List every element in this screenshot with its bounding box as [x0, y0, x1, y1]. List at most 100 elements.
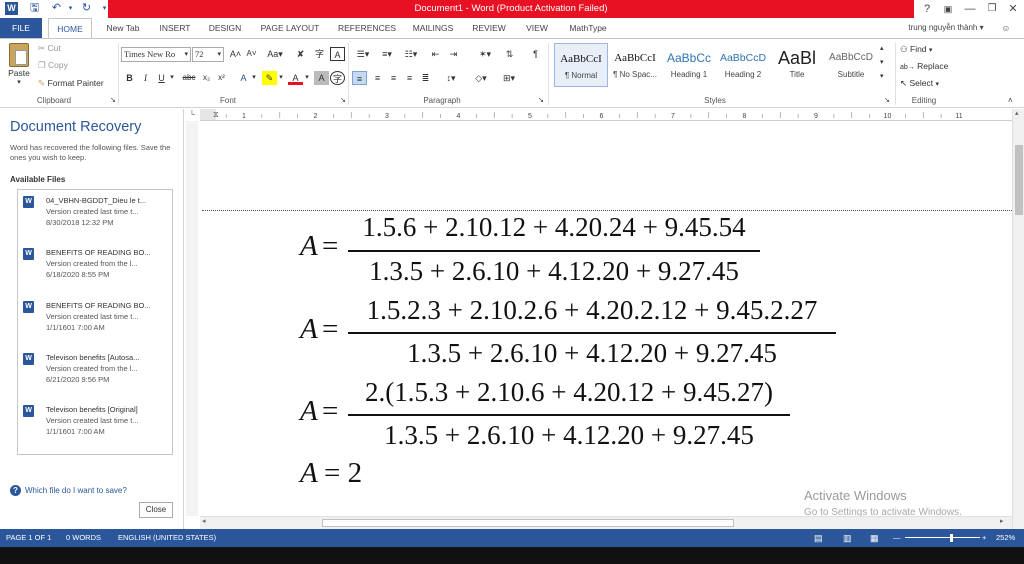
tab-home[interactable]: HOME [48, 18, 92, 38]
tab-review[interactable]: REVIEW [466, 18, 512, 38]
tab-insert[interactable]: INSERT [153, 18, 197, 38]
recovered-files-list[interactable]: W 04_VBHN-BGDDT_Dieu le t... Version cre… [17, 189, 173, 455]
chinese-layout-icon[interactable]: ✶▾ [474, 47, 496, 61]
tab-mathtype[interactable]: MathType [562, 18, 614, 38]
vertical-scrollbar[interactable]: ▴ [1012, 109, 1024, 529]
user-avatar-icon[interactable]: ☺ [996, 18, 1016, 38]
decrease-indent-icon[interactable]: ⇤ [428, 47, 443, 61]
undo-dropdown-icon[interactable]: ▾ [64, 2, 77, 15]
vertical-ruler[interactable] [186, 121, 198, 516]
justify-icon[interactable]: ≡ [402, 71, 417, 85]
zoom-slider-thumb[interactable] [950, 534, 953, 542]
select-button[interactable]: ↖ Select ▾ [900, 77, 939, 91]
format-painter-button[interactable]: ✎ Format Painter [38, 77, 104, 89]
help-button[interactable]: ? [918, 1, 936, 17]
recovered-file-item[interactable]: W BENEFITS OF READING BO... Version crea… [23, 300, 171, 348]
bold-icon[interactable]: B [122, 71, 137, 85]
recovery-close-button[interactable]: Close [139, 502, 173, 518]
word-count[interactable]: 0 WORDS [66, 529, 101, 547]
style-title[interactable]: AaBl Title [770, 43, 824, 87]
tab-design[interactable]: DESIGN [203, 18, 247, 38]
close-window-button[interactable]: ✕ [1004, 1, 1022, 17]
tab-mailings[interactable]: MAILINGS [405, 18, 461, 38]
numbering-icon[interactable]: ≡▾ [376, 47, 398, 61]
align-right-icon[interactable]: ≡ [386, 71, 401, 85]
character-shading-icon[interactable]: A [314, 71, 329, 85]
zoom-slider-track[interactable] [905, 537, 980, 538]
shading-icon[interactable]: ◇▾ [470, 71, 492, 85]
zoom-out-icon[interactable]: — [893, 529, 901, 547]
recovered-file-item[interactable]: W Televison benefits [Autosa... Version … [23, 352, 171, 400]
styles-scroll-up-icon[interactable]: ▴ [880, 43, 884, 55]
increase-indent-icon[interactable]: ⇥ [446, 47, 461, 61]
copy-button[interactable]: ❐ Copy [38, 59, 68, 71]
multilevel-list-icon[interactable]: ☷▾ [400, 47, 422, 61]
line-spacing-icon[interactable]: ↕▾ [440, 71, 462, 85]
text-effects-dropdown-icon[interactable]: ▾ [249, 71, 259, 85]
replace-button[interactable]: ab→ Replace [900, 60, 948, 74]
cut-button[interactable]: ✂ Cut [38, 42, 61, 54]
paragraph-launcher-icon[interactable]: ↘ [538, 95, 544, 107]
zoom-level[interactable]: 252% [996, 529, 1015, 547]
styles-more-icon[interactable]: ▾ [880, 71, 884, 83]
horizontal-scrollbar[interactable]: ◂ ▸ [200, 516, 1012, 529]
style-heading-1[interactable]: AaBbCc Heading 1 [662, 43, 716, 87]
font-color-icon[interactable]: A [288, 71, 303, 85]
web-layout-icon[interactable]: ▦ [870, 529, 879, 547]
subscript-icon[interactable]: x₂ [199, 71, 214, 85]
horizontal-scroll-thumb[interactable] [322, 519, 734, 527]
tab-references[interactable]: REFERENCES [334, 18, 400, 38]
undo-icon[interactable]: ↶ [50, 2, 63, 15]
recovered-file-item[interactable]: W Televison benefits [Original] Version … [23, 404, 171, 452]
scroll-up-icon[interactable]: ▴ [1015, 109, 1019, 117]
find-button[interactable]: ⚇ Find ▾ [900, 43, 932, 57]
recovered-file-item[interactable]: W BENEFITS OF READING BO... Version crea… [23, 247, 171, 295]
change-case-icon[interactable]: Aa▾ [264, 47, 286, 61]
phonetic-guide-icon[interactable]: 字 [312, 47, 327, 61]
clear-formatting-icon[interactable]: ✘ [293, 47, 308, 61]
ribbon-display-options-icon[interactable]: ▣ [939, 1, 957, 17]
page-count[interactable]: PAGE 1 OF 1 [6, 529, 51, 547]
superscript-icon[interactable]: x² [214, 71, 229, 85]
italic-icon[interactable]: I [138, 71, 153, 85]
recovered-file-item[interactable]: W 04_VBHN-BGDDT_Dieu le t... Version cre… [23, 195, 171, 243]
tab-file[interactable]: FILE [0, 18, 42, 38]
borders-icon[interactable]: ⊞▾ [498, 71, 520, 85]
redo-icon[interactable]: ↻ [80, 2, 93, 15]
language-indicator[interactable]: ENGLISH (UNITED STATES) [118, 529, 216, 547]
print-layout-icon[interactable]: ▥ [843, 529, 852, 547]
show-formatting-marks-icon[interactable]: ¶ [528, 47, 543, 61]
style-no-spacing[interactable]: AaBbCcI ¶ No Spac... [608, 43, 662, 87]
highlight-dropdown-icon[interactable]: ▾ [276, 71, 286, 85]
tab-view[interactable]: VIEW [518, 18, 556, 38]
style-normal[interactable]: AaBbCcI ¶ Normal [554, 43, 608, 87]
strikethrough-icon[interactable]: abc [180, 71, 198, 85]
tab-new-tab[interactable]: New Tab [98, 18, 148, 38]
tab-page-layout[interactable]: PAGE LAYOUT [255, 18, 325, 38]
distributed-icon[interactable]: ≣ [418, 71, 433, 85]
clipboard-launcher-icon[interactable]: ↘ [110, 95, 116, 107]
enclose-characters-icon[interactable]: 字 [330, 71, 345, 85]
tab-selector-icon[interactable]: └ [186, 109, 198, 121]
font-size-dropdown[interactable]: 72 ▾ [192, 47, 224, 62]
style-subtitle[interactable]: AaBbCcD Subtitle [824, 43, 878, 87]
user-account[interactable]: trung nguyễn thành ▾ [900, 18, 992, 38]
save-icon[interactable]: 🖫 [28, 2, 41, 15]
collapse-ribbon-icon[interactable]: ˄ [1008, 95, 1013, 107]
highlight-icon[interactable]: ✎ [262, 71, 277, 85]
zoom-in-icon[interactable]: + [982, 529, 986, 547]
align-left-icon[interactable]: ≡ [352, 71, 367, 85]
restore-button[interactable]: ❐ [983, 1, 1001, 17]
font-name-dropdown[interactable]: Times New Ro ▾ [121, 47, 191, 62]
read-mode-icon[interactable]: ▤ [814, 529, 823, 547]
underline-dropdown-icon[interactable]: ▾ [167, 71, 177, 85]
font-color-dropdown-icon[interactable]: ▾ [302, 71, 312, 85]
word-app-icon[interactable]: W [5, 2, 18, 15]
scroll-left-icon[interactable]: ◂ [202, 517, 206, 525]
styles-scroll-down-icon[interactable]: ▾ [880, 57, 884, 69]
scroll-right-icon[interactable]: ▸ [1000, 517, 1004, 525]
paste-button[interactable]: Paste ▾ [6, 43, 32, 95]
sort-icon[interactable]: ⇅ [502, 47, 517, 61]
bullets-icon[interactable]: ☰▾ [352, 47, 374, 61]
indent-marker-icon[interactable]: ⧖ [213, 109, 221, 121]
